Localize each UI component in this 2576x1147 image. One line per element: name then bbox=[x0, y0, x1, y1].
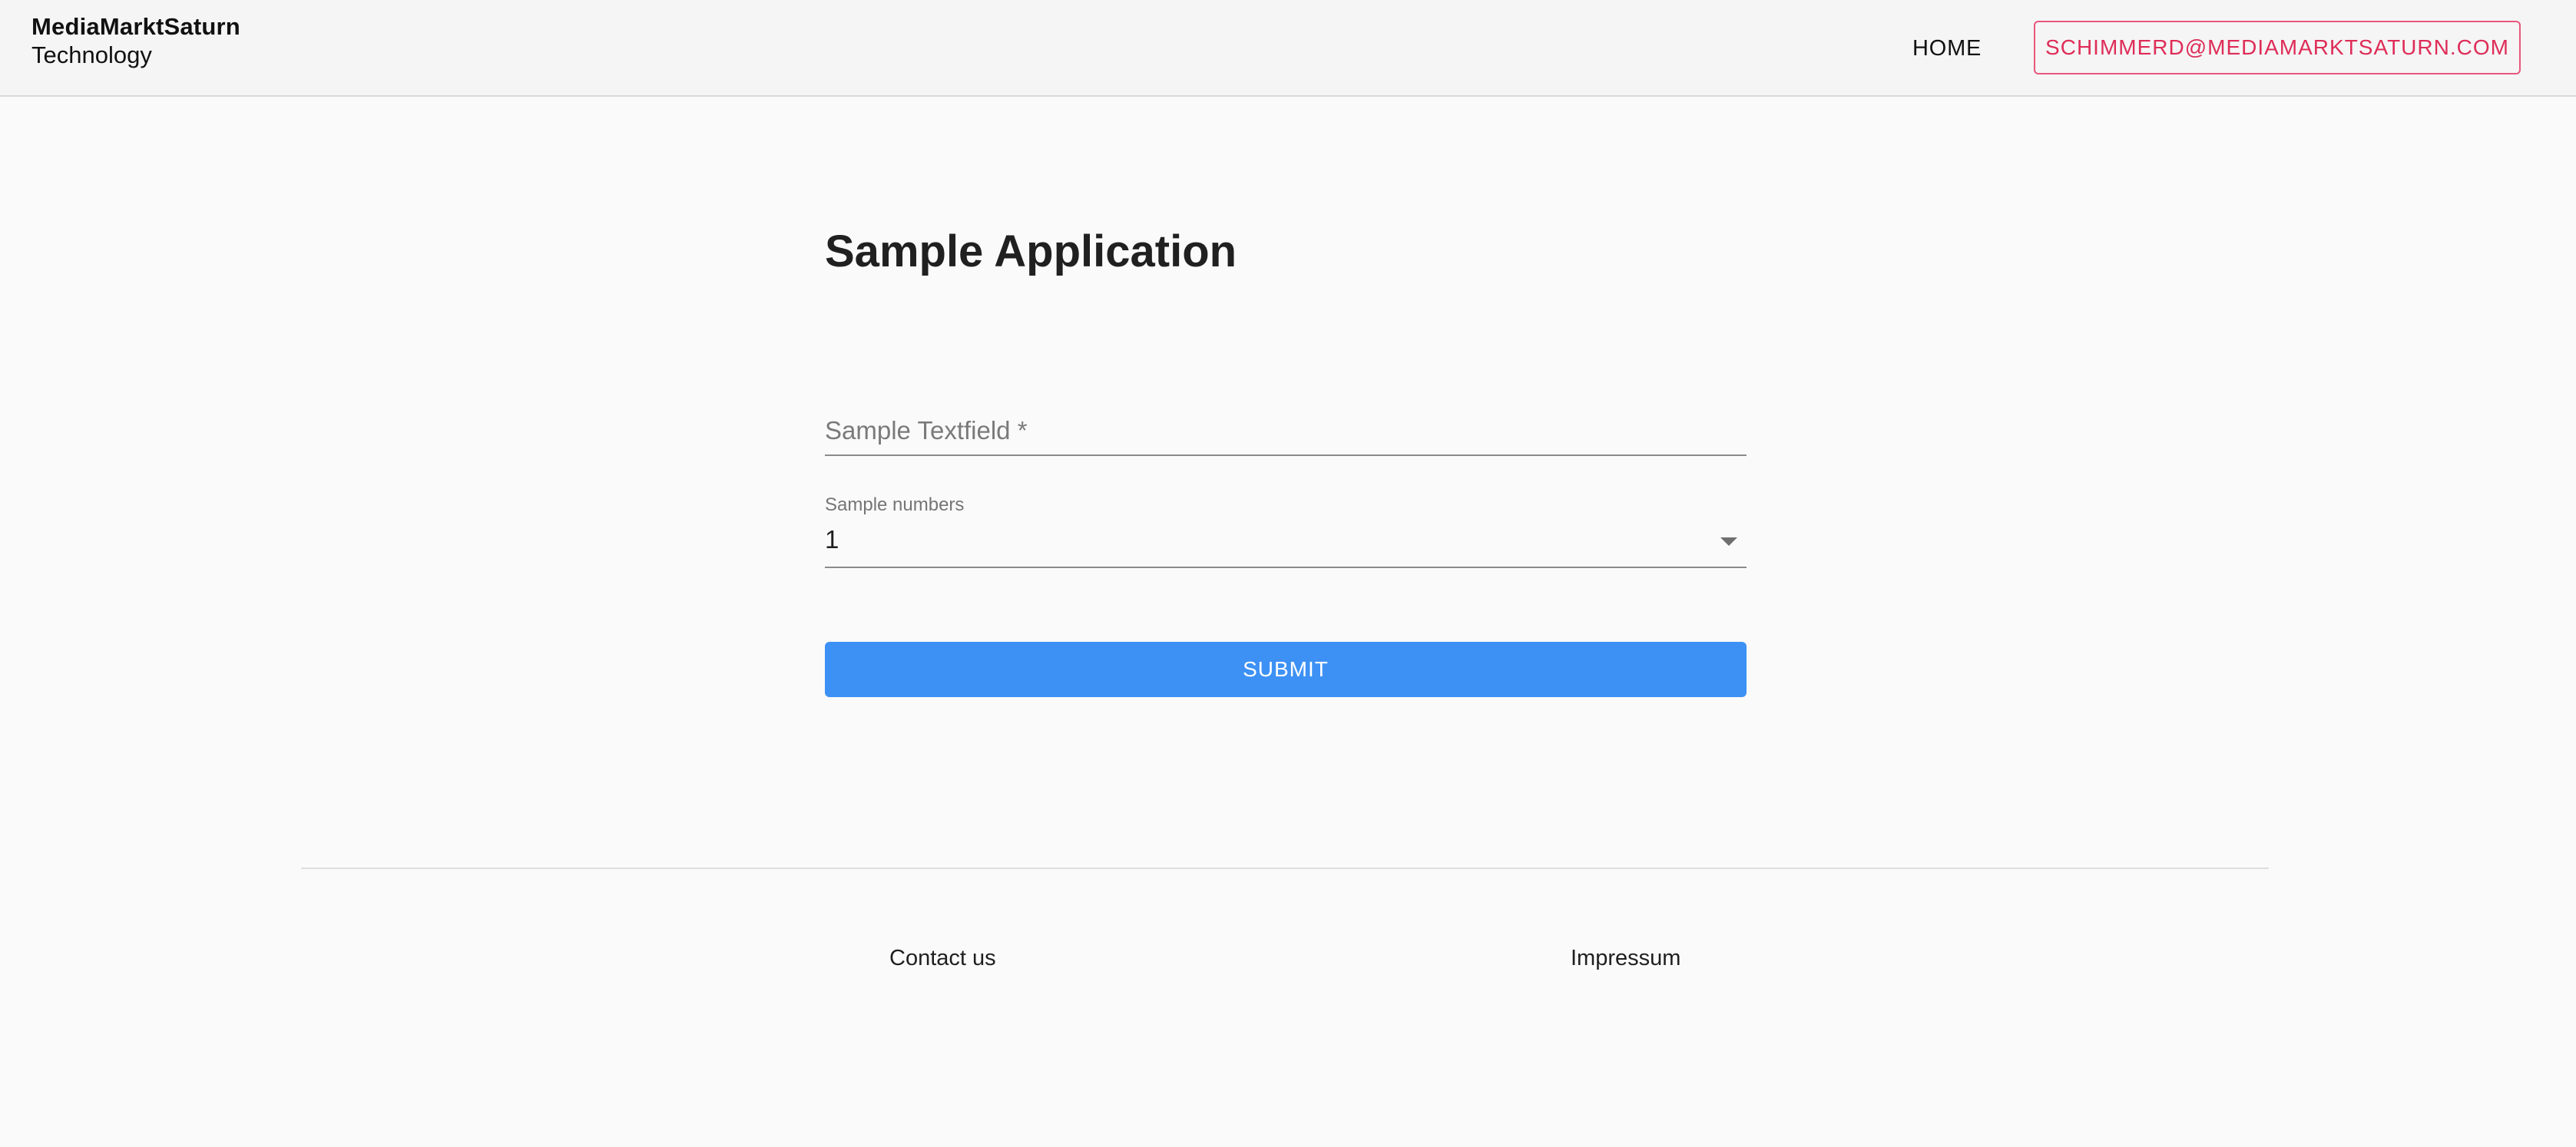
page-title: Sample Application bbox=[825, 226, 1237, 276]
sample-numbers-label: Sample numbers bbox=[825, 494, 965, 515]
footer-impressum-link[interactable]: Impressum bbox=[1571, 946, 1680, 971]
sample-numbers-value: 1 bbox=[825, 525, 839, 554]
dropdown-arrow-icon[interactable] bbox=[1720, 537, 1737, 546]
brand-logo[interactable]: MediaMarktSaturn Technology bbox=[31, 15, 240, 67]
sample-textfield-label: Sample Textfield * bbox=[825, 416, 1028, 445]
brand-subtitle: Technology bbox=[31, 41, 152, 68]
nav-home-link[interactable]: HOME bbox=[1912, 33, 1982, 64]
submit-button[interactable]: SUBMIT bbox=[825, 642, 1747, 697]
sample-textfield-input[interactable]: Sample Textfield * bbox=[825, 407, 1747, 456]
brand-name: MediaMarktSaturn bbox=[31, 13, 240, 40]
footer-contact-link[interactable]: Contact us bbox=[889, 946, 996, 971]
user-account-button[interactable]: SCHIMMERD@MEDIAMARKTSATURN.COM bbox=[2034, 21, 2521, 74]
footer-divider bbox=[301, 868, 2269, 869]
sample-numbers-select[interactable]: Sample numbers 1 bbox=[825, 491, 1747, 568]
top-app-bar: MediaMarktSaturn Technology HOME SCHIMME… bbox=[0, 0, 2576, 97]
